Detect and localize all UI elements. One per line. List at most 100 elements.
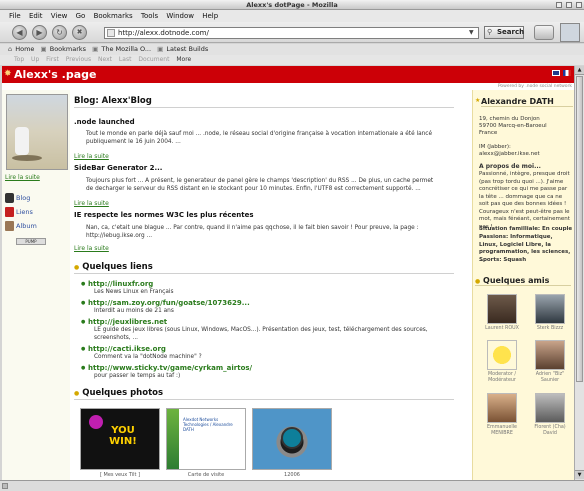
friend-avatar-1[interactable] — [487, 294, 517, 324]
friend-avatar-2[interactable] — [535, 294, 565, 324]
site-nav-next[interactable]: Next — [98, 55, 112, 65]
forward-button[interactable]: ▶ — [32, 25, 47, 40]
blog-heading: Blog: Alexx'Blog — [74, 96, 454, 108]
blog-icon — [5, 193, 14, 203]
friend-name-4[interactable]: Adrien "Biz" Saunier — [529, 372, 571, 384]
photo-thumb-1[interactable]: YOU WIN! — [80, 408, 160, 470]
menu-bookmarks[interactable]: Bookmarks — [91, 10, 136, 22]
friend-avatar-3[interactable] — [487, 340, 517, 370]
vertical-scrollbar[interactable]: ▲ ▼ — [574, 66, 584, 480]
status-security-icon — [2, 483, 8, 489]
links-heading: ● Quelques liens — [74, 262, 454, 274]
links-heading-label: Quelques liens — [82, 262, 153, 272]
post-more-3[interactable]: Lire la suite — [74, 245, 109, 252]
mozilla-throbber-icon[interactable] — [560, 23, 580, 42]
friend-name-3[interactable]: Moderator / Modérateur — [481, 372, 523, 384]
menu-window[interactable]: Window — [163, 10, 197, 22]
link-2[interactable]: http://sam.zoy.org/fun/goatse/1073629... — [81, 299, 250, 307]
link-4[interactable]: http://cacti.ikse.org — [81, 345, 166, 353]
site-nav-previous[interactable]: Previous — [66, 55, 91, 65]
links-heading-icon: ● — [74, 264, 80, 271]
address-bar[interactable]: http://alexx.dotnode.com/ ▼ — [104, 27, 479, 39]
album-icon — [5, 221, 14, 231]
post-body-2: Toujours plus fort ... A présent, le gen… — [86, 178, 434, 192]
right-sidebar: ★ Alexandre DATH 19, chemin du Donjon 59… — [472, 90, 574, 480]
site-nav-top[interactable]: Top — [14, 55, 24, 65]
back-arrow-icon: ◀ — [16, 28, 23, 37]
post-title-2[interactable]: SideBar Generator 2... — [74, 164, 162, 172]
menu-bar: File Edit View Go Bookmarks Tools Window… — [0, 10, 584, 22]
flag-fr-icon[interactable] — [563, 70, 571, 76]
mozilla-org-link[interactable]: The Mozilla O... — [101, 44, 151, 55]
home-link[interactable]: Home — [15, 44, 34, 55]
stop-icon: ✖ — [76, 28, 83, 36]
post-more-2[interactable]: Lire la suite — [74, 200, 109, 207]
print-icon[interactable] — [534, 25, 554, 40]
page-content: ✸ Alexx's .page Powered by .node social … — [2, 66, 574, 480]
site-nav-more[interactable]: More — [176, 55, 191, 65]
forward-arrow-icon: ▶ — [36, 28, 43, 37]
menu-file[interactable]: File — [6, 10, 24, 22]
photo-caption-3: 12006 — [284, 472, 300, 478]
left-sidebar: Lire la suite Blog Liens Album PUMP — [2, 90, 70, 480]
friend-avatar-5[interactable] — [487, 393, 517, 423]
menu-help[interactable]: Help — [199, 10, 221, 22]
friend-name-2[interactable]: Sterk Bizzz — [529, 326, 571, 332]
site-header: ✸ Alexx's .page — [2, 66, 574, 83]
url-dropdown-icon[interactable]: ▼ — [469, 28, 477, 38]
window-titlebar: Alexx's dotPage - Mozilla — [0, 0, 584, 10]
menu-edit[interactable]: Edit — [26, 10, 46, 22]
photo-caption-1: [ Mes veux Tilt ] — [99, 472, 141, 478]
latest-builds-icon: ▣ — [157, 45, 164, 53]
scroll-down-button[interactable]: ▼ — [575, 470, 584, 479]
nav-links[interactable]: Liens — [16, 208, 33, 216]
status-bar — [0, 480, 584, 491]
back-button[interactable]: ◀ — [12, 25, 27, 40]
photo-thumb-3[interactable] — [252, 408, 332, 470]
photos-heading-icon: ● — [74, 390, 80, 397]
site-nav-first[interactable]: First — [46, 55, 59, 65]
search-button[interactable]: ⚲ Search — [484, 26, 524, 39]
home-icon: ⌂ — [8, 45, 13, 53]
friend-avatar-4[interactable] — [535, 340, 565, 370]
friend-name-1[interactable]: Laurent ROUX — [481, 326, 523, 332]
link-3[interactable]: http://jeuxlibres.net — [81, 318, 167, 326]
menu-view[interactable]: View — [48, 10, 71, 22]
profile-photo[interactable] — [6, 94, 68, 170]
scroll-thumb[interactable] — [576, 76, 583, 382]
site-title: Alexx's .page — [14, 68, 97, 81]
nav-blog[interactable]: Blog — [16, 194, 30, 202]
scroll-up-button[interactable]: ▲ — [575, 66, 584, 75]
friend-name-5[interactable]: Emmanuelle MENIBRE — [481, 425, 523, 437]
address-line-3: France — [479, 130, 498, 136]
link-1[interactable]: http://linuxfr.org — [81, 280, 153, 288]
photo-caption-2: Carte de visite — [187, 472, 225, 478]
latest-builds-link[interactable]: Latest Builds — [166, 44, 208, 55]
left-nav-more[interactable]: Lire la suite — [5, 174, 40, 181]
personal-toolbar: ⌂ Home ▣ Bookmarks ▣ The Mozilla O... ▣ … — [0, 44, 584, 55]
site-nav-last[interactable]: Last — [119, 55, 132, 65]
post-more-1[interactable]: Lire la suite — [74, 153, 109, 160]
flag-uk-icon[interactable] — [552, 70, 560, 76]
friend-avatar-6[interactable] — [535, 393, 565, 423]
close-button[interactable] — [576, 2, 582, 8]
pump-badge[interactable]: PUMP — [16, 238, 46, 245]
menu-go[interactable]: Go — [73, 10, 89, 22]
im-address[interactable]: alexx@jabber.ikse.net — [479, 151, 573, 159]
site-nav-up[interactable]: Up — [31, 55, 39, 65]
stop-button[interactable]: ✖ — [72, 25, 87, 40]
site-nav-document[interactable]: Document — [138, 55, 169, 65]
bookmarks-link[interactable]: Bookmarks — [50, 44, 86, 55]
friend-name-6[interactable]: Florent (Cha) David — [529, 425, 571, 437]
maximize-button[interactable] — [566, 2, 572, 8]
nav-album[interactable]: Album — [16, 222, 37, 230]
link-desc-4: Comment va la "dotNode machine" ? — [94, 354, 202, 360]
menu-tools[interactable]: Tools — [138, 10, 161, 22]
main-column: Blog: Alexx'Blog .node launched Tout le … — [74, 90, 469, 480]
photo-thumb-2[interactable]: Alexdot Networks Technologies / Alexandr… — [166, 408, 246, 470]
link-5[interactable]: http://www.sticky.tv/game/cyrkam_airtos/ — [81, 364, 252, 372]
minimize-button[interactable] — [556, 2, 562, 8]
reload-button[interactable]: ↻ — [52, 25, 67, 40]
post-title-1[interactable]: .node launched — [74, 118, 135, 126]
post-title-3[interactable]: IE respecte les normes W3C les plus réce… — [74, 211, 254, 219]
